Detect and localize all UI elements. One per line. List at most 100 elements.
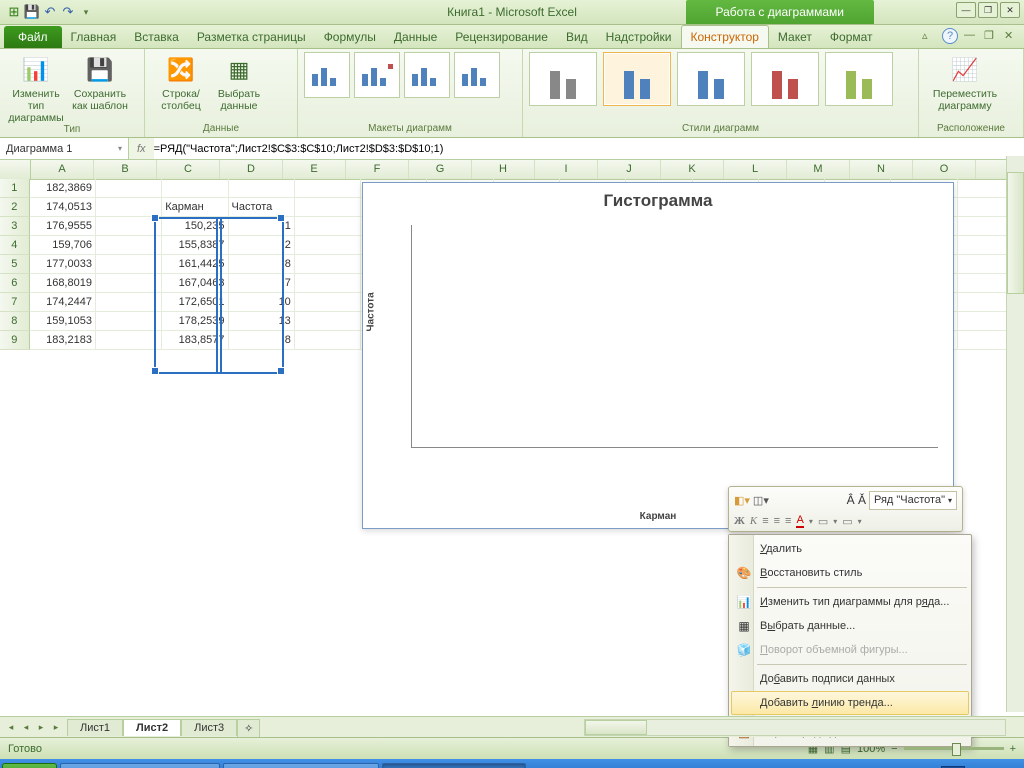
cell[interactable] [96,274,162,293]
cell[interactable]: 161,4425 [162,255,228,274]
col-header[interactable]: M [787,160,850,179]
move-chart-button[interactable]: 📈Переместить диаграмму [925,52,1005,112]
cell[interactable] [96,179,162,198]
cell[interactable]: 10 [229,293,295,312]
cell[interactable] [295,236,361,255]
menu-change-type[interactable]: 📊Изменить тип диаграммы для ряда... [731,590,969,614]
minimize-button[interactable]: — [956,2,976,18]
col-header[interactable]: E [283,160,346,179]
file-tab[interactable]: Файл [4,26,62,48]
cell[interactable]: 172,6501 [162,293,228,312]
cell[interactable]: 178,2539 [162,312,228,331]
col-header[interactable]: O [913,160,976,179]
name-box[interactable]: Диаграмма 1▾ [0,138,129,159]
redo-icon[interactable]: ↷ [60,4,76,20]
chart-layouts-gallery[interactable] [304,52,516,98]
formula-input[interactable] [154,138,1024,159]
cell[interactable]: 159,1053 [30,312,96,331]
fx-icon[interactable]: fx [129,143,154,155]
doc-close-icon[interactable]: ✕ [1004,29,1018,43]
col-header[interactable]: F [346,160,409,179]
menu-select-data[interactable]: ▦Выбрать данные... [731,614,969,638]
menu-reset-style[interactable]: 🎨Восстановить стиль [731,561,969,585]
cell[interactable]: 183,8577 [162,331,228,350]
row-header[interactable]: 3 [0,217,30,236]
tab-page-layout[interactable]: Разметка страницы [188,26,315,48]
cell[interactable]: 150,235 [162,217,228,236]
col-header[interactable]: G [409,160,472,179]
doc-restore-icon[interactable]: ❐ [984,29,998,43]
shape-fill-icon[interactable]: ▭ [818,515,828,528]
sheet-nav[interactable]: ◂◂▸▸ [0,722,67,733]
cell[interactable]: 183,2183 [30,331,96,350]
cell[interactable] [295,274,361,293]
worksheet-grid[interactable]: ABCDEFGHIJKLMNO 1182,38692174,0513Карман… [0,160,1024,716]
cell[interactable]: Карман [162,198,228,217]
zoom-slider[interactable] [904,747,1004,750]
fill-icon[interactable]: ◧▾ [734,494,750,507]
row-header[interactable]: 9 [0,331,30,350]
bold-button[interactable]: Ж [734,515,745,527]
close-button[interactable]: ✕ [1000,2,1020,18]
mini-toolbar[interactable]: ◧▾ ◫▾ Â Ǎ Ряд "Частота" ▾ Ж К ≡ ≡ ≡ A▾… [728,486,963,532]
layout-thumb[interactable] [404,52,450,98]
align-center-icon[interactable]: ≡ [774,515,780,527]
maximize-button[interactable]: ❐ [978,2,998,18]
sheet-tab-3[interactable]: Лист3 [181,719,237,736]
cell[interactable] [96,293,162,312]
change-chart-type-button[interactable]: 📊Изменить тип диаграммы [6,52,66,124]
cell[interactable]: 167,0463 [162,274,228,293]
start-button[interactable]: ⊞Пуск [2,763,57,768]
tab-data[interactable]: Данные [385,26,446,48]
row-header[interactable]: 4 [0,236,30,255]
style-thumb[interactable] [603,52,671,106]
tab-chart-format[interactable]: Формат [821,26,882,48]
tab-addins[interactable]: Надстройки [597,26,681,48]
sheet-tab-2[interactable]: Лист2 [123,719,181,736]
cell[interactable]: 8 [229,255,295,274]
tab-formulas[interactable]: Формулы [315,26,385,48]
zoom-in-button[interactable]: + [1010,743,1016,755]
col-header[interactable]: I [535,160,598,179]
col-header[interactable]: L [724,160,787,179]
cell[interactable]: 2 [229,236,295,255]
undo-icon[interactable]: ↶ [42,4,58,20]
horizontal-scrollbar[interactable] [584,719,1006,736]
row-header[interactable]: 5 [0,255,30,274]
cell[interactable]: 182,3869 [30,179,96,198]
qat-more-icon[interactable]: ▾ [78,4,94,20]
cell[interactable] [96,236,162,255]
col-header[interactable]: K [661,160,724,179]
cell[interactable]: 13 [229,312,295,331]
vertical-scrollbar[interactable] [1006,156,1024,712]
cell[interactable] [229,179,295,198]
taskbar-total-commander[interactable]: 🗂Total Commander 7.03 - ... [60,763,220,768]
cell[interactable]: 176,9555 [30,217,96,236]
tab-view[interactable]: Вид [557,26,597,48]
col-header[interactable]: A [31,160,94,179]
style-thumb[interactable] [529,52,597,106]
cell[interactable]: 174,0513 [30,198,96,217]
align-left-icon[interactable]: ≡ [762,515,768,527]
chart-styles-gallery[interactable] [529,52,912,106]
italic-button[interactable]: К [750,515,757,527]
select-all-corner[interactable] [0,160,31,179]
taskbar-excel[interactable]: XMicrosoft Excel - Книг... [382,763,526,768]
cell[interactable] [295,179,361,198]
cell[interactable] [96,312,162,331]
menu-delete[interactable]: Удалить [731,537,969,561]
shape-outline-icon[interactable]: ▭ [842,515,852,528]
cell[interactable]: 159,706 [30,236,96,255]
cell[interactable]: 155,8387 [162,236,228,255]
taskbar-word[interactable]: WЛабораторная работа ... [223,763,379,768]
menu-add-labels[interactable]: Добавить подписи данных [731,667,969,691]
layout-thumb[interactable] [354,52,400,98]
col-header[interactable]: J [598,160,661,179]
cell[interactable] [96,331,162,350]
style-thumb[interactable] [677,52,745,106]
col-header[interactable]: H [472,160,535,179]
cell[interactable] [295,198,361,217]
row-header[interactable]: 1 [0,179,30,198]
align-right-icon[interactable]: ≡ [785,515,791,527]
selection-handle[interactable] [277,367,285,375]
